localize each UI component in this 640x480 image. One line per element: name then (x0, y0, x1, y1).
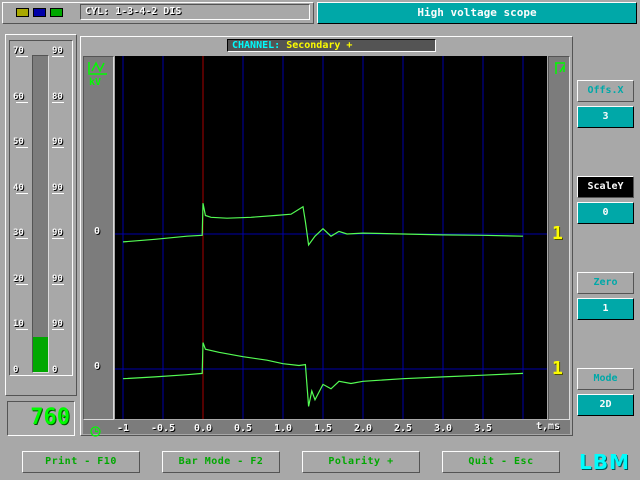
meter-tick (16, 284, 28, 285)
x-tick-label: 0.5 (234, 423, 253, 434)
meter-level-bar (33, 337, 48, 372)
y-unit-label: kV (89, 77, 102, 88)
channel-label: CHANNEL: (232, 40, 281, 51)
print-button[interactable]: Print - F10 (22, 451, 140, 473)
meter-scale-left-label: 50 (13, 137, 24, 147)
meter-scale-right-label: 90 (52, 46, 63, 56)
cylinder-order: 1-3-4-2 DIS (115, 6, 182, 17)
meter-tick (16, 102, 28, 103)
voltage-axis-icon[interactable] (88, 60, 108, 76)
lbm-logo: LBM (579, 450, 630, 474)
meter-scale-left-label: 10 (13, 319, 24, 329)
x-tick-label: 3.0 (434, 423, 453, 434)
color-chip-2[interactable] (33, 8, 46, 17)
meter-tick (16, 375, 28, 376)
meter-tick (52, 329, 64, 330)
zero-button[interactable]: Zero (577, 272, 634, 294)
x-tick-label: 0.0 (194, 423, 213, 434)
meter-scale-left-label: 0 (13, 365, 19, 375)
meter-tick (16, 238, 28, 239)
meter-scale-left-label: 30 (13, 228, 24, 238)
x-tick-label: 2.5 (394, 423, 413, 434)
rpm-display: 760 (7, 401, 75, 436)
meter-scale-right-label: 90 (52, 274, 63, 284)
x-tick-label: 3.5 (474, 423, 493, 434)
meter-tick (16, 193, 28, 194)
meter-scale-right-label: 90 (52, 228, 63, 238)
bar-mode-button[interactable]: Bar Mode - F2 (162, 451, 280, 473)
meter-scale-right-label: 90 (52, 319, 63, 329)
meter-scale-left-label: 40 (13, 183, 24, 193)
meter-tick (52, 147, 64, 148)
meter-tick (52, 284, 64, 285)
quit-button[interactable]: Quit - Esc (442, 451, 560, 473)
channel-marker-upper[interactable]: 1 (552, 223, 563, 244)
mode-value[interactable]: 2D (577, 394, 634, 416)
meter-tick (52, 375, 64, 376)
meter-scale-right-label: 90 (52, 137, 63, 147)
meter-scale-right-label: 90 (52, 183, 63, 193)
scale-y-button[interactable]: ScaleY (577, 176, 634, 198)
zero-value[interactable]: 1 (577, 298, 634, 320)
trigger-icon[interactable] (553, 60, 567, 76)
offset-x-value[interactable]: 3 (577, 106, 634, 128)
color-chip-3[interactable] (50, 8, 63, 17)
meter-tick (52, 56, 64, 57)
cylinder-field[interactable]: CYL: 1-3-4-2 DIS (80, 4, 310, 20)
polarity-button[interactable]: Polarity + (302, 451, 420, 473)
meter-scale-left-label: 70 (13, 46, 24, 56)
meter-scale-right-label: 80 (52, 92, 63, 102)
channel-value: Secondary + (286, 40, 353, 51)
color-chip-1[interactable] (16, 8, 29, 17)
meter-scale-right-label: 0 (52, 365, 58, 375)
meter-tick (16, 329, 28, 330)
meter-tick (16, 56, 28, 57)
clock-icon (90, 422, 101, 437)
x-tick-label: 1.5 (314, 423, 333, 434)
meter-track (32, 55, 49, 373)
offset-x-button[interactable]: Offs.X (577, 80, 634, 102)
app-title: High voltage scope (317, 2, 637, 24)
meter-tick (52, 193, 64, 194)
meter-scale-left-label: 20 (13, 274, 24, 284)
rpm-value: 760 (30, 405, 70, 430)
scale-y-value[interactable]: 0 (577, 202, 634, 224)
meter-tick (52, 238, 64, 239)
x-tick-label: -1 (117, 423, 130, 434)
x-tick-label: -0.5 (151, 423, 176, 434)
x-unit-label: t,ms (536, 421, 561, 432)
channel-field[interactable]: CHANNEL: Secondary + (227, 39, 436, 52)
cylinder-label: CYL: (85, 6, 110, 17)
x-tick-label: 1.0 (274, 423, 293, 434)
channel-marker-lower[interactable]: 1 (552, 358, 563, 379)
meter-tick (16, 147, 28, 148)
meter-tick (52, 102, 64, 103)
meter-scale-left-label: 60 (13, 92, 24, 102)
x-tick-label: 2.0 (354, 423, 373, 434)
zero-label-lower: 0 (94, 361, 101, 372)
scope-plot[interactable] (115, 56, 547, 419)
mode-button[interactable]: Mode (577, 368, 634, 390)
zero-label-upper: 0 (94, 226, 101, 237)
